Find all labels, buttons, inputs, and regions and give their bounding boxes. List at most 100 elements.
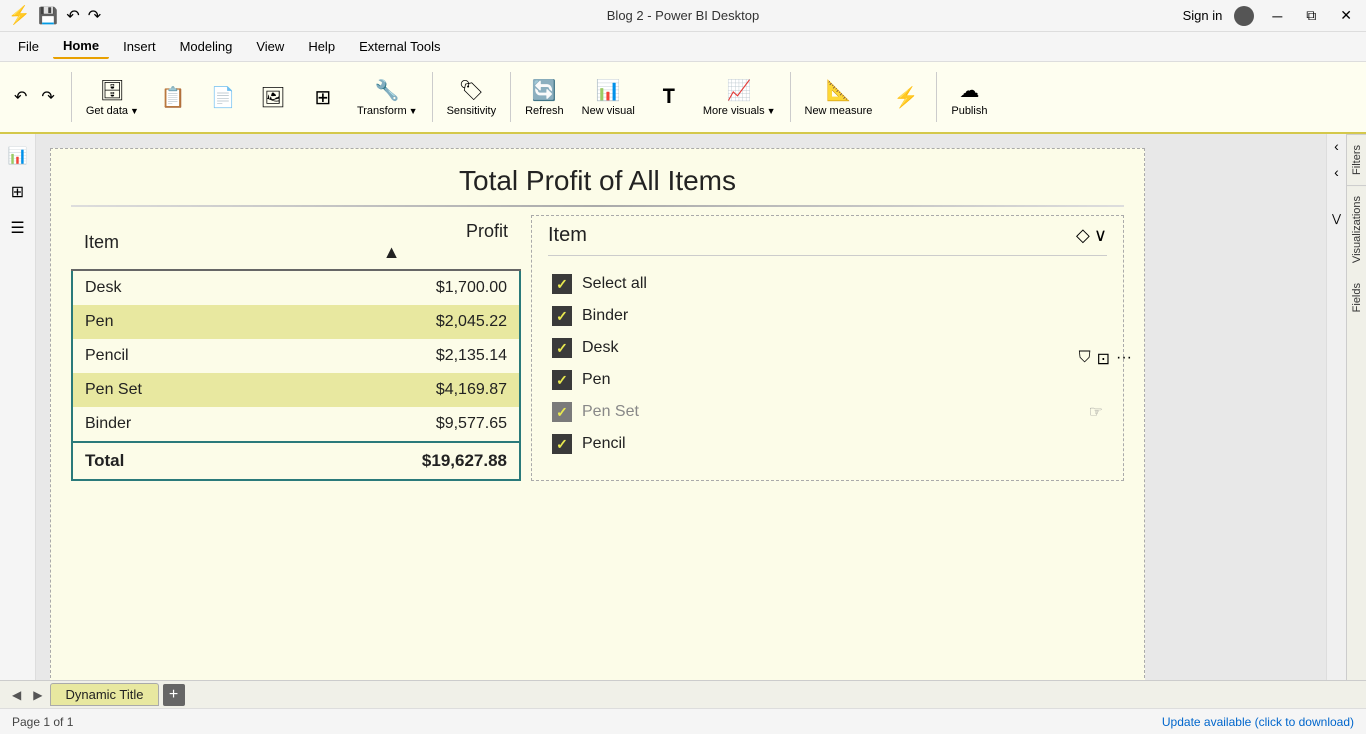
copy-btn[interactable]: 📄 xyxy=(199,67,247,127)
slicer-item-pen[interactable]: ✓ Pen xyxy=(548,364,1107,396)
check-icon: ✓ xyxy=(556,340,568,357)
profit-cell: $2,045.22 xyxy=(263,305,520,339)
menu-file[interactable]: File xyxy=(8,35,49,58)
filter-expand-icon[interactable]: ⋁ xyxy=(1332,212,1341,225)
canvas-area[interactable]: Total Profit of All Items ⛉ ⊡ ··· Item xyxy=(36,134,1326,680)
quick-measure-btn[interactable]: ⚡ xyxy=(882,67,930,127)
fields-tab[interactable]: Fields xyxy=(1347,273,1366,322)
close-btn[interactable]: ✕ xyxy=(1334,7,1358,24)
add-page-btn[interactable]: + xyxy=(163,684,185,706)
save-icon[interactable]: 💾 xyxy=(38,6,58,26)
data-table-container: Item Profit ▲ Desk $1,700.00 xyxy=(71,215,511,481)
sensitivity-btn[interactable]: 🏷 Sensitivity xyxy=(439,67,505,127)
ribbon-divider-2 xyxy=(432,72,433,122)
sidebar-report-icon[interactable]: 📊 xyxy=(4,142,32,170)
status-page: Page 1 of 1 xyxy=(12,715,73,729)
get-data-btn[interactable]: 🗄 Get data ▼ xyxy=(78,67,147,127)
check-icon: ✓ xyxy=(556,404,568,421)
table-row: Pen Set $4,169.87 xyxy=(72,373,520,407)
undo-btn[interactable]: ↶ xyxy=(8,83,33,111)
left-arrow-btn[interactable]: ‹ xyxy=(1334,138,1339,154)
slicer-header: Item ◇ ∨ xyxy=(548,224,1107,256)
sort-arrow[interactable]: ▲ xyxy=(275,242,508,263)
page-tab-dynamic-title[interactable]: Dynamic Title xyxy=(50,683,158,706)
slicer-item-label: Desk xyxy=(582,339,618,357)
restore-btn[interactable]: ⧉ xyxy=(1300,7,1322,24)
menu-insert[interactable]: Insert xyxy=(113,35,166,58)
data-table: Item Profit ▲ Desk $1,700.00 xyxy=(71,215,521,481)
more-visuals-btn[interactable]: 📈 More visuals ▼ xyxy=(695,67,784,127)
menu-external-tools[interactable]: External Tools xyxy=(349,35,450,58)
slicer-item-label: Pen xyxy=(582,371,610,389)
visualizations-tab[interactable]: Visualizations xyxy=(1347,185,1366,273)
page-prev-btn[interactable]: ◀ xyxy=(8,686,25,704)
text-box-icon: 𝐓 xyxy=(662,86,675,109)
new-visual-btn[interactable]: 📊 New visual xyxy=(574,67,643,127)
refresh-btn[interactable]: 🔄 Refresh xyxy=(517,67,572,127)
sidebar-model-icon[interactable]: ☰ xyxy=(4,214,32,242)
checkbox-pencil[interactable]: ✓ xyxy=(552,434,572,454)
slicer-item-label: Pen Set xyxy=(582,403,639,421)
slicer-item-pen-set[interactable]: ✓ Pen Set ☞ xyxy=(548,396,1107,428)
item-header: Item xyxy=(72,215,263,270)
total-value: $19,627.88 xyxy=(263,442,520,480)
new-visual-icon: 📊 xyxy=(596,78,621,103)
profit-cell: $4,169.87 xyxy=(263,373,520,407)
back-arrow-btn[interactable]: ‹ xyxy=(1334,164,1339,180)
menu-modeling[interactable]: Modeling xyxy=(170,35,243,58)
chevron-down-icon[interactable]: ∨ xyxy=(1094,225,1107,246)
slicer-title: Item xyxy=(548,224,587,247)
table-btn[interactable]: ⊞ xyxy=(299,67,347,127)
check-icon: ✓ xyxy=(556,276,568,293)
slicer-item-desk[interactable]: ✓ Desk xyxy=(548,332,1107,364)
profit-header: Profit ▲ xyxy=(263,215,520,270)
more-options-icon[interactable]: ··· xyxy=(1116,349,1132,369)
text-box-btn[interactable]: 𝐓 xyxy=(645,67,693,127)
checkbox-binder[interactable]: ✓ xyxy=(552,306,572,326)
new-visual-label: New visual xyxy=(582,105,635,117)
slicer-item-pencil[interactable]: ✓ Pencil xyxy=(548,428,1107,460)
slicer-item-label: Pencil xyxy=(582,435,626,453)
slicer-item-select-all[interactable]: ✓ Select all xyxy=(548,268,1107,300)
menu-view[interactable]: View xyxy=(246,35,294,58)
quick-measure-icon: ⚡ xyxy=(894,85,919,110)
checkbox-select-all[interactable]: ✓ xyxy=(552,274,572,294)
item-cell: Pen Set xyxy=(72,373,263,407)
eraser-icon[interactable]: ◇ xyxy=(1076,225,1090,246)
focus-icon[interactable]: ⊡ xyxy=(1097,349,1110,369)
redo-btn[interactable]: ↷ xyxy=(35,83,60,111)
menu-help[interactable]: Help xyxy=(298,35,345,58)
checkbox-pen[interactable]: ✓ xyxy=(552,370,572,390)
slicer-item-label: Select all xyxy=(582,275,647,293)
checkbox-pen-set[interactable]: ✓ xyxy=(552,402,572,422)
profit-cell: $9,577.65 xyxy=(263,407,520,442)
left-sidebar: 📊 ⊞ ☰ xyxy=(0,134,36,680)
ribbon-divider-1 xyxy=(71,72,72,122)
checkbox-desk[interactable]: ✓ xyxy=(552,338,572,358)
app-title: Blog 2 - Power BI Desktop xyxy=(607,8,759,23)
app-icon: ⚡ xyxy=(8,5,30,26)
filter-icon[interactable]: ⛉ xyxy=(1079,349,1091,369)
sidebar-data-icon[interactable]: ⊞ xyxy=(4,178,32,206)
page-next-btn[interactable]: ▶ xyxy=(29,686,46,704)
redo-title-btn[interactable]: ↷ xyxy=(88,6,101,26)
visual-container: Total Profit of All Items ⛉ ⊡ ··· Item xyxy=(50,148,1145,680)
filters-tab[interactable]: Filters xyxy=(1347,134,1366,185)
title-bar-right: Sign in ─ ⧉ ✕ xyxy=(1183,6,1358,26)
format-btn[interactable]: 🖼 xyxy=(249,67,297,127)
profit-cell: $2,135.14 xyxy=(263,339,520,373)
paste-btn[interactable]: 📋 xyxy=(149,67,197,127)
transform-label: Transform ▼ xyxy=(357,105,418,117)
refresh-icon: 🔄 xyxy=(532,78,557,103)
status-update[interactable]: Update available (click to download) xyxy=(1162,715,1354,729)
new-measure-btn[interactable]: 📐 New measure xyxy=(797,67,881,127)
undo-title-btn[interactable]: ↶ xyxy=(66,6,79,26)
sign-in-label[interactable]: Sign in xyxy=(1183,8,1223,23)
transform-btn[interactable]: 🔧 Transform ▼ xyxy=(349,67,426,127)
menu-home[interactable]: Home xyxy=(53,34,109,59)
publish-btn[interactable]: ☁ Publish xyxy=(943,67,995,127)
slicer-item-binder[interactable]: ✓ Binder xyxy=(548,300,1107,332)
minimize-btn[interactable]: ─ xyxy=(1266,8,1288,24)
slicer-panel: Item ◇ ∨ ✓ Select all xyxy=(531,215,1124,481)
table-total-row: Total $19,627.88 xyxy=(72,442,520,480)
